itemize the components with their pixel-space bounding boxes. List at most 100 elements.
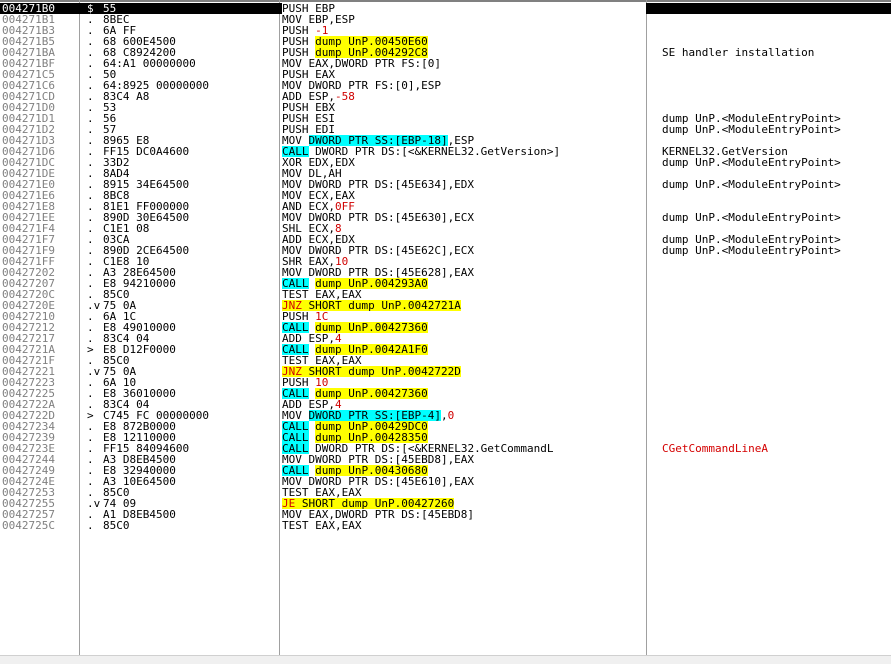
disasm-row[interactable]: 00427244. A3 D8EB4500 MOV DWORD PTR DS:[45… xyxy=(0,454,891,465)
disasm-row[interactable]: 004271DC. 33D2 XOR EDX,EDX dump_UnP.<Module… xyxy=(0,157,891,168)
disasm-token: TEST EAX,EAX xyxy=(282,355,362,366)
disasm-row[interactable]: 0042721A > E8 D12F0000 CALL dump_UnP.0042A1… xyxy=(0,344,891,355)
disasm-token: MOV EBP,ESP xyxy=(282,14,355,25)
disasm-row[interactable]: 004271E0. 8915 34E64500 MOV DWORD PTR DS:[… xyxy=(0,179,891,190)
disasm-row[interactable]: 004271BF. 64:A1 00000000 MOV EAX,DWORD PTR… xyxy=(0,58,891,69)
row-hex-bytes: C1E1 08 xyxy=(103,223,150,234)
disasm-row[interactable]: 00427217. 83C4 04 ADD ESP,4 xyxy=(0,333,891,344)
row-address: 0042725C xyxy=(2,520,55,531)
disasm-row[interactable]: 004271D1. 56 PUSH ESI dump_UnP.<ModuleEntry… xyxy=(0,113,891,124)
row-address: 004271FF xyxy=(2,256,55,267)
row-address: 004271E6 xyxy=(2,190,55,201)
row-address: 00427249 xyxy=(2,465,55,476)
row-hex-bytes: 55 xyxy=(103,3,117,14)
row-hex-bytes: 74 09 xyxy=(103,498,137,509)
disasm-row[interactable]: 004271BA. 68 C8924200 PUSH dump_UnP.004292… xyxy=(0,47,891,58)
row-hex-bytes: 890D 2CE64500 xyxy=(103,245,190,256)
disasm-row[interactable]: 004271D0. 53 PUSH EBX xyxy=(0,102,891,113)
disasm-row[interactable]: 004271FF. C1E8 10 SHR EAX,10 xyxy=(0,256,891,267)
disasm-token: MOV DWORD PTR DS:[45EBD8],EAX xyxy=(282,454,475,465)
row-disassembly: PUSH 10 xyxy=(282,377,646,388)
disasm-token: MOV DWORD PTR DS:[45E62C],ECX xyxy=(282,245,475,256)
disasm-row[interactable]: 004271D3. 8965 E8 MOV DWORD PTR SS:[EBP-18… xyxy=(0,135,891,146)
disasm-row[interactable]: 0042722A. 83C4 04 ADD ESP,4 xyxy=(0,399,891,410)
disasm-row[interactable]: 0042725C. 85C0 TEST EAX,EAX xyxy=(0,520,891,531)
row-address: 004271C5 xyxy=(2,69,55,80)
disasm-row[interactable]: 0042723E. FF15 84094600 CALL DWORD PTR DS:… xyxy=(0,443,891,454)
disasm-row[interactable]: 00427234. E8 872B0000 CALL dump_UnP.00429D… xyxy=(0,421,891,432)
disasm-token: PUSH EBX xyxy=(282,102,335,113)
disasm-row[interactable]: 00427239. E8 12110000 CALL dump_UnP.004283… xyxy=(0,432,891,443)
row-hex-bytes: 81E1 FF000000 xyxy=(103,201,190,212)
row-hex-bytes: 64:A1 00000000 xyxy=(103,58,196,69)
row-comment: dump_UnP.<ModuleEntryPoint> xyxy=(662,234,841,245)
disasm-row[interactable]: 0042720E .v 75 0A JNZ SHORT dump_UnP.004272… xyxy=(0,300,891,311)
disasm-row[interactable]: 00427210. 6A 1C PUSH 1C xyxy=(0,311,891,322)
row-hex-bytes: E8 32940000 xyxy=(103,465,176,476)
disasm-row[interactable]: 004271C6. 64:8925 00000000 MOV DWORD PTR F… xyxy=(0,80,891,91)
disasm-row[interactable]: 00427202. A3 28E64500 MOV DWORD PTR DS:[45… xyxy=(0,267,891,278)
row-comment: dump_UnP.<ModuleEntryPoint> xyxy=(662,124,841,135)
disasm-row[interactable]: 00427255 .v 74 09 JE SHORT dump_UnP.0042726… xyxy=(0,498,891,509)
disasm-row[interactable]: 004271E8. 81E1 FF000000 AND ECX,0FF xyxy=(0,201,891,212)
disasm-token: PUSH xyxy=(282,25,316,36)
disasm-row[interactable]: 00427223. 6A 10 PUSH 10 xyxy=(0,377,891,388)
disasm-row[interactable]: 004271CD. 83C4 A8 ADD ESP,-58 xyxy=(0,91,891,102)
row-address: 004271E0 xyxy=(2,179,55,190)
disasm-row[interactable]: 004271F4. C1E1 08 SHL ECX,8 xyxy=(0,223,891,234)
row-hex-bytes: 68 600E4500 xyxy=(103,36,176,47)
row-address: 004271B3 xyxy=(2,25,55,36)
disasm-token: PUSH ESI xyxy=(282,113,335,124)
disasm-token: DWORD PTR SS:[EBP-18] xyxy=(308,135,448,146)
disasm-token: MOV DWORD PTR DS:[45E634],EDX xyxy=(282,179,475,190)
disasm-row[interactable]: 004271B0 $55 PUSH EBP xyxy=(0,3,891,14)
disasm-token: SHL ECX, xyxy=(282,223,335,234)
disasm-row[interactable]: 004271B1. 8BEC MOV EBP,ESP xyxy=(0,14,891,25)
disasm-row[interactable]: 00427249. E8 32940000 CALL dump_UnP.004306… xyxy=(0,465,891,476)
row-disassembly: PUSH ESI xyxy=(282,113,646,124)
disasm-row[interactable]: 00427257. A1 D8EB4500 MOV EAX,DWORD PTR DS… xyxy=(0,509,891,520)
disasm-row[interactable]: 004271E6. 8BC8 MOV ECX,EAX xyxy=(0,190,891,201)
disasm-row[interactable]: 00427225. E8 36010000 CALL dump_UnP.004273… xyxy=(0,388,891,399)
disasm-row[interactable]: 0042721F. 85C0 TEST EAX,EAX xyxy=(0,355,891,366)
disasm-row[interactable]: 004271B5. 68 600E4500 PUSH dump_UnP.00450E… xyxy=(0,36,891,47)
disasm-row[interactable]: 00427253. 85C0 TEST EAX,EAX xyxy=(0,487,891,498)
row-address: 00427212 xyxy=(2,322,55,333)
row-disassembly: TEST EAX,EAX xyxy=(282,355,646,366)
row-disassembly: PUSH EAX xyxy=(282,69,646,80)
disasm-row[interactable]: 0042722D > C745 FC 00000000 MOV DWORD PTR S… xyxy=(0,410,891,421)
disasm-row[interactable]: 004271D2. 57 PUSH EDI dump_UnP.<ModuleEntry… xyxy=(0,124,891,135)
row-disassembly: TEST EAX,EAX xyxy=(282,520,646,531)
row-disassembly: MOV DWORD PTR SS:[EBP-4],0 xyxy=(282,410,646,421)
cpu-disassembly-pane[interactable]: 004271B0 $55 PUSH EBP 004271B1. 8BEC MOV EBP,… xyxy=(0,0,891,664)
disasm-row[interactable]: 0042724E. A3 10E64500 MOV DWORD PTR DS:[45… xyxy=(0,476,891,487)
row-hex-bytes: 6A 10 xyxy=(103,377,137,388)
disasm-token: 10 xyxy=(334,256,349,267)
row-hex-bytes: E8 36010000 xyxy=(103,388,176,399)
row-hex-bytes: E8 D12F0000 xyxy=(103,344,176,355)
row-hex-bytes: 83C4 04 xyxy=(103,399,150,410)
row-address: 004271C6 xyxy=(2,80,55,91)
disasm-token: MOV DWORD PTR DS:[45E628],EAX xyxy=(282,267,475,278)
disasm-row[interactable]: 004271F9. 890D 2CE64500 MOV DWORD PTR DS:[… xyxy=(0,245,891,256)
disasm-row[interactable]: 00427207. E8 94210000 CALL dump_UnP.004293… xyxy=(0,278,891,289)
disasm-row[interactable]: 00427212. E8 49010000 CALL dump_UnP.004273… xyxy=(0,322,891,333)
row-address: 00427223 xyxy=(2,377,55,388)
disasm-token: CALL xyxy=(282,388,309,399)
disasm-row[interactable]: 00427221 .v 75 0A JNZ SHORT dump_UnP.004272… xyxy=(0,366,891,377)
row-comment: SE handler installation xyxy=(662,47,815,58)
disasm-row[interactable]: 004271EE. 890D 30E64500 MOV DWORD PTR DS:[… xyxy=(0,212,891,223)
row-address: 0042724E xyxy=(2,476,55,487)
bottom-scroll-strip[interactable] xyxy=(0,655,891,664)
row-address: 004271F7 xyxy=(2,234,55,245)
disasm-token: dump_UnP.004293A0 xyxy=(315,278,428,289)
disasm-row[interactable]: 0042720C. 85C0 TEST EAX,EAX xyxy=(0,289,891,300)
disasm-token: dump_UnP.00427360 xyxy=(315,388,428,399)
disasm-row[interactable]: 004271D6. FF15 DC0A4600 CALL DWORD PTR DS:… xyxy=(0,146,891,157)
disasm-row[interactable]: 004271B3. 6A FF PUSH -1 xyxy=(0,25,891,36)
disasm-row[interactable]: 004271C5. 50 PUSH EAX xyxy=(0,69,891,80)
disasm-row[interactable]: 004271DE. 8AD4 MOV DL,AH xyxy=(0,168,891,179)
disasm-row[interactable]: 004271F7. 03CA ADD ECX,EDX dump_UnP.<Module… xyxy=(0,234,891,245)
row-address: 004271B0 xyxy=(2,3,55,14)
row-hex-bytes: 8BEC xyxy=(103,14,130,25)
